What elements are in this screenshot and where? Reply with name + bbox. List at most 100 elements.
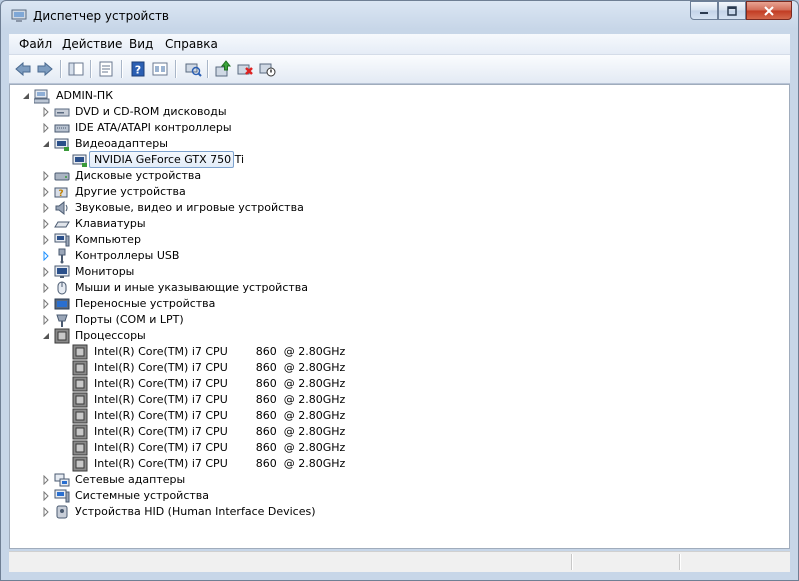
tree-device-label: Intel(R) Core(TM) i7 CPU 860 @ 2.80GHz [94,361,346,374]
tree-item-label: Системные устройства [75,489,209,502]
forward-arrow-icon[interactable] [36,60,54,78]
menu-view[interactable]: Вид [129,37,153,51]
tree-device-label: Intel(R) Core(TM) i7 CPU 860 @ 2.80GHz [94,377,346,390]
uninstall-device-icon[interactable] [236,60,254,78]
tree-item-label: IDE ATA/ATAPI контроллеры [75,121,232,134]
tree-item-label: Порты (COM и LPT) [75,313,184,326]
tree-item-other-devices[interactable]: ? Другие устройства [10,184,310,200]
tree-item-display-adapters[interactable]: Видеоадаптеры [10,136,310,152]
console-tree-icon[interactable] [67,60,85,78]
tree-item-system-devices[interactable]: Системные устройства [10,488,310,504]
update-driver-icon[interactable] [214,60,232,78]
collapse-arrow-icon[interactable] [42,139,50,149]
tree-item-portable-devices[interactable]: Переносные устройства [10,296,310,312]
minimize-button[interactable] [690,1,718,20]
tree-device-cpu[interactable]: Intel(R) Core(TM) i7 CPU 860 @ 2.80GHz [10,344,345,360]
toolbar-separator [60,60,62,78]
tree-item-keyboards[interactable]: Клавиатуры [10,216,310,232]
tree-item-label: DVD и CD-ROM дисководы [75,105,227,118]
tree-item-label: Звуковые, видео и игровые устройства [75,201,304,214]
expand-arrow-icon[interactable] [42,315,50,325]
network-adapter-icon [54,473,70,487]
disable-device-icon[interactable] [258,60,276,78]
processor-icon [72,360,88,376]
expand-arrow-icon[interactable] [42,267,50,277]
expand-arrow-icon[interactable] [42,491,50,501]
tree-device-cpu[interactable]: Intel(R) Core(TM) i7 CPU 860 @ 2.80GHz [10,392,345,408]
tree-device-cpu[interactable]: Intel(R) Core(TM) i7 CPU 860 @ 2.80GHz [10,440,345,456]
close-icon [764,5,774,16]
expand-arrow-icon[interactable] [42,219,50,229]
tree-item-dvd-drives[interactable]: DVD и CD-ROM дисководы [10,104,310,120]
tree-device-label: Intel(R) Core(TM) i7 CPU 860 @ 2.80GHz [94,345,346,358]
speaker-icon [55,200,68,216]
tree-item-label: Компьютер [75,233,141,246]
expand-arrow-icon[interactable] [42,507,50,517]
properties-icon[interactable] [97,60,115,78]
scan-hardware-icon[interactable] [184,60,202,78]
expand-arrow-icon[interactable] [42,235,50,245]
expand-arrow-icon[interactable] [42,123,50,133]
unknown-device-icon: ? [54,187,68,199]
tree-device-video-card[interactable]: NVIDIA GeForce GTX 750 Ti [10,151,310,168]
keyboard-icon [54,221,70,228]
tree-device-cpu[interactable]: Intel(R) Core(TM) i7 CPU 860 @ 2.80GHz [10,408,345,424]
expand-arrow-icon[interactable] [42,187,50,197]
tree-root-label: ADMIN-ПК [56,89,114,102]
usb-icon [58,248,66,264]
monitor-icon [54,265,70,278]
back-arrow-icon[interactable] [14,60,32,78]
expand-arrow-icon[interactable] [42,475,50,485]
tree-item-label: Мониторы [75,265,135,278]
toolbar-separator [175,60,177,78]
tree-item-monitors[interactable]: Мониторы [10,264,310,280]
expand-arrow-icon[interactable] [42,299,50,309]
tree-item-hid-devices[interactable]: Устройства HID (Human Interface Devices) [10,504,330,520]
processor-icon [72,456,88,472]
tree-item-processors[interactable]: Процессоры [10,328,310,344]
tree-device-cpu[interactable]: Intel(R) Core(TM) i7 CPU 860 @ 2.80GHz [10,424,345,440]
tree-item-label: Мыши и иные указывающие устройства [75,281,309,294]
expand-arrow-icon[interactable] [42,171,50,181]
tree-device-label: Intel(R) Core(TM) i7 CPU 860 @ 2.80GHz [94,393,346,406]
maximize-button[interactable] [718,1,746,20]
tree-item-ide-controllers[interactable]: IDE ATA/ATAPI контроллеры [10,120,310,136]
expand-arrow-icon[interactable] [42,251,50,261]
tree-item-mice[interactable]: Мыши и иные указывающие устройства [10,280,330,296]
show-hidden-icon[interactable] [151,60,169,78]
tree-device-label: Intel(R) Core(TM) i7 CPU 860 @ 2.80GHz [94,425,346,438]
tree-item-disk-drives[interactable]: Дисковые устройства [10,168,310,184]
menu-action[interactable]: Действие [62,37,122,51]
collapse-arrow-icon[interactable] [22,91,30,101]
tree-item-label: Устройства HID (Human Interface Devices) [75,505,316,518]
tree-item-sound-devices[interactable]: Звуковые, видео и игровые устройства [10,200,330,216]
svg-text:?: ? [135,64,141,77]
tree-item-usb-controllers[interactable]: Контроллеры USB [10,248,310,264]
tree-root[interactable]: ADMIN-ПК [10,88,310,104]
svg-text:?: ? [58,189,63,199]
tree-item-label: Дисковые устройства [75,169,202,182]
expand-arrow-icon[interactable] [42,203,50,213]
help-icon[interactable]: ? [129,60,147,78]
tree-item-label: Видеоадаптеры [75,137,168,150]
expand-arrow-icon[interactable] [42,107,50,117]
expand-arrow-icon[interactable] [42,283,50,293]
menu-file[interactable]: Файл [19,37,52,51]
disk-drive-icon [54,172,70,181]
tree-device-cpu[interactable]: Intel(R) Core(TM) i7 CPU 860 @ 2.80GHz [10,456,345,472]
processor-icon [72,424,88,440]
close-button[interactable] [746,1,792,20]
tree-item-label: Процессоры [75,329,146,342]
status-separator [571,554,573,570]
title-bar[interactable]: Диспетчер устройств [1,1,798,31]
tree-item-computer[interactable]: Компьютер [10,232,310,248]
processor-icon [72,408,88,424]
tree-item-ports[interactable]: Порты (COM и LPT) [10,312,310,328]
collapse-arrow-icon[interactable] [42,331,50,341]
processor-icon [72,376,88,392]
menu-help[interactable]: Справка [165,37,218,51]
tree-device-cpu[interactable]: Intel(R) Core(TM) i7 CPU 860 @ 2.80GHz [10,360,345,376]
tree-device-cpu[interactable]: Intel(R) Core(TM) i7 CPU 860 @ 2.80GHz [10,376,345,392]
device-tree[interactable]: ADMIN-ПК DVD и CD-ROM дисководы IDE ATA/… [9,84,790,549]
tree-item-network-adapters[interactable]: Сетевые адаптеры [10,472,310,488]
